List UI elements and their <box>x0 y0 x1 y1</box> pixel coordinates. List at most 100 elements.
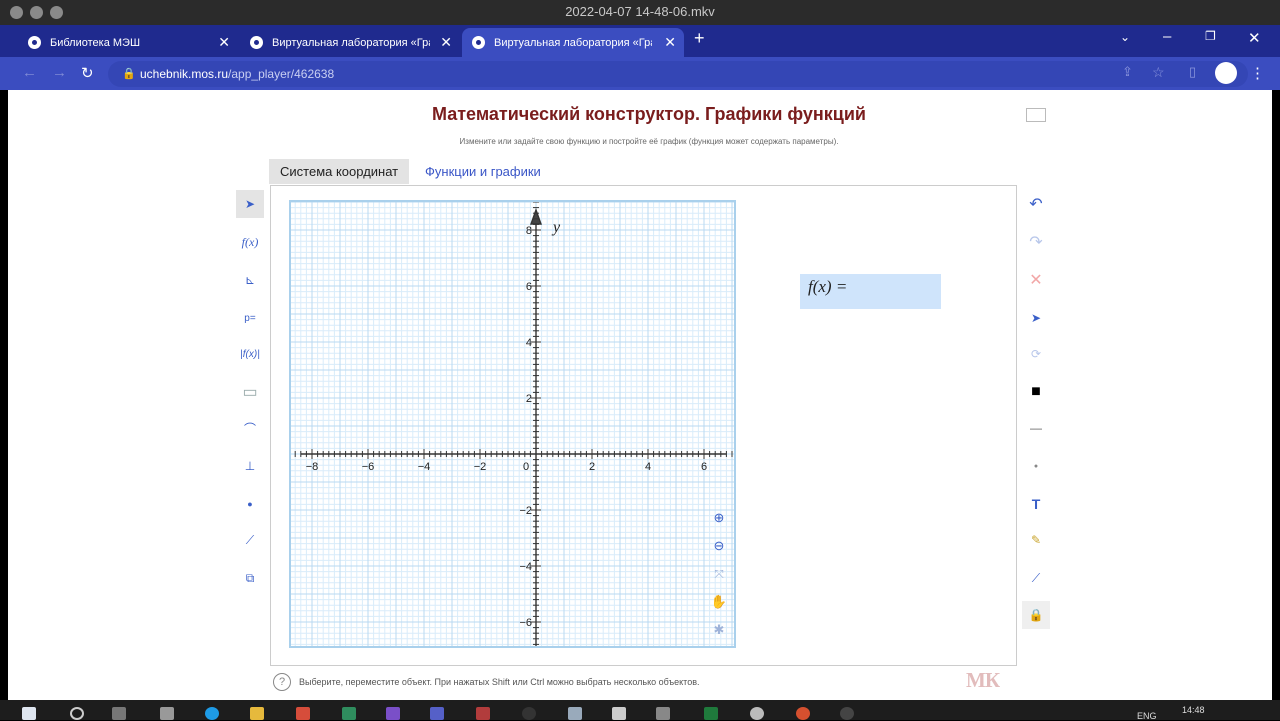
y-axis-arrow <box>530 207 542 225</box>
explorer-icon[interactable] <box>250 707 264 720</box>
function-icon[interactable]: f(x) <box>236 228 264 256</box>
help-icon[interactable]: ? <box>273 673 291 691</box>
site-favicon-icon <box>250 36 263 49</box>
y-tick-label: −6 <box>519 617 532 629</box>
task-view-icon[interactable] <box>112 707 126 720</box>
x-tick-label: −6 <box>362 461 375 473</box>
lock-icon[interactable]: 🔒 <box>1022 601 1050 629</box>
profile-avatar-icon[interactable] <box>1215 62 1237 84</box>
color-palette-icon[interactable]: ■ <box>1022 378 1050 406</box>
obs-icon[interactable] <box>522 707 536 720</box>
browser-menu-icon[interactable]: ⋮ <box>1250 64 1265 82</box>
app-icon[interactable] <box>476 707 490 720</box>
brush-icon[interactable]: ✎ <box>1022 526 1050 554</box>
pen-icon[interactable] <box>160 707 174 720</box>
page-subtitle: Измените или задайте свою функцию и пост… <box>459 137 839 146</box>
new-tab-icon[interactable]: + <box>694 28 705 49</box>
start-icon[interactable] <box>22 707 36 720</box>
point-style-icon[interactable]: ● <box>1022 452 1050 480</box>
y-tick-label: 6 <box>526 281 532 293</box>
chrome-icon[interactable] <box>796 707 810 720</box>
y-tick-label: −4 <box>519 561 532 573</box>
y-tick-label: −2 <box>519 505 532 517</box>
pan-hand-icon[interactable]: ✋ <box>709 592 729 612</box>
font-app-icon[interactable] <box>612 707 626 720</box>
delete-icon[interactable]: ✕ <box>1022 266 1050 294</box>
segment-icon[interactable]: ⟋ <box>236 526 264 554</box>
axes-select-icon[interactable]: ⊥ <box>236 452 264 480</box>
url-field[interactable]: 🔒 uchebnik.mos.ru/app_player/462638 <box>108 61 1248 87</box>
browser-tab[interactable]: Библиотека МЭШ ✕ <box>18 28 238 57</box>
pycharm-icon[interactable] <box>342 707 356 720</box>
url-path: /app_player/462638 <box>228 67 335 81</box>
zoom-out-icon[interactable]: ⊖ <box>709 536 729 556</box>
k-app-icon[interactable] <box>430 707 444 720</box>
os-taskbar: ENG 14:48 <box>0 700 1280 721</box>
tab-label: Виртуальная лаборатория «Гра <box>272 36 430 49</box>
coordinate-plane[interactable]: −8 −6 −4 −2 0 2 4 6 8 6 4 2 −2 −4 −6 y ⊕ ⊖ ⤧ ✋ ✱ <box>289 200 736 648</box>
y-tick-label: 8 <box>526 225 532 237</box>
y-tick-label: 2 <box>526 393 532 405</box>
axes-icon[interactable]: ⊾ <box>236 266 264 294</box>
tab-functions-and-graphs[interactable]: Функции и графики <box>414 159 552 184</box>
redo-icon[interactable]: ↷ <box>1022 228 1050 256</box>
media-icon[interactable] <box>840 707 854 720</box>
visual-studio-icon[interactable] <box>386 707 400 720</box>
browser-tab-bar: Библиотека МЭШ ✕ Виртуальная лаборатория… <box>0 25 1280 57</box>
y-axis-label: y <box>551 219 561 236</box>
tangent-icon[interactable]: ⌒ <box>236 414 264 442</box>
fullscreen-icon[interactable] <box>1026 108 1046 122</box>
forward-icon[interactable]: → <box>52 64 67 81</box>
point-icon[interactable]: ● <box>236 490 264 518</box>
function-tile[interactable]: f(x) = <box>800 274 941 309</box>
edge-icon[interactable] <box>205 707 219 720</box>
text-app-icon[interactable] <box>656 707 670 720</box>
x-tick-label: 0 <box>523 461 529 473</box>
search-icon[interactable] <box>70 707 84 720</box>
tab-close-icon[interactable]: ✕ <box>664 34 676 51</box>
site-favicon-icon <box>28 36 41 49</box>
pointer-icon[interactable]: ➤ <box>236 190 264 218</box>
paint-icon[interactable] <box>750 707 764 720</box>
fit-view-icon[interactable]: ⤧ <box>709 564 729 584</box>
transform-icon[interactable]: ⧉ <box>236 564 264 592</box>
tab-label: Виртуальная лаборатория «Гра <box>494 36 652 49</box>
tab-search-icon[interactable]: ⌄ <box>1120 30 1130 44</box>
excel-icon[interactable] <box>704 707 718 720</box>
undo-icon[interactable]: ↶ <box>1022 190 1050 218</box>
lock-icon: 🔒 <box>122 68 136 80</box>
clock: 14:48 <box>1182 705 1205 715</box>
x-tick-label: 6 <box>701 461 707 473</box>
line-style-icon[interactable]: — <box>1022 414 1050 442</box>
tab-close-icon[interactable]: ✕ <box>440 34 452 51</box>
connect-icon[interactable]: ⟋ <box>1022 564 1050 592</box>
tab-close-icon[interactable]: ✕ <box>218 34 230 51</box>
share-icon[interactable]: ⇪ <box>1122 64 1133 80</box>
sidebar-icon[interactable]: ▯ <box>1189 64 1196 80</box>
cursor-select-icon[interactable]: ➤ <box>1022 304 1050 332</box>
minimize-icon[interactable]: – <box>1163 28 1171 45</box>
text-icon[interactable]: T <box>1022 490 1050 518</box>
restore-icon[interactable]: ❐ <box>1205 29 1216 43</box>
abs-function-icon[interactable]: |f(x)| <box>236 340 264 368</box>
parameter-icon[interactable]: p= <box>236 304 264 332</box>
site-favicon-icon <box>472 36 485 49</box>
browser-tab-active[interactable]: Виртуальная лаборатория «Гра ✕ <box>462 28 684 57</box>
center-view-icon[interactable]: ✱ <box>709 620 729 640</box>
status-text: Выберите, переместите объект. При нажаты… <box>299 677 700 687</box>
tab-coordinate-system[interactable]: Система координат <box>269 159 410 184</box>
browser-tab[interactable]: Виртуальная лаборатория «Гра ✕ <box>240 28 460 57</box>
zoom-in-icon[interactable]: ⊕ <box>709 508 729 528</box>
office-icon[interactable] <box>296 707 310 720</box>
reload-icon[interactable]: ↻ <box>81 64 94 82</box>
coordinate-grid[interactable]: −8 −6 −4 −2 0 2 4 6 8 6 4 2 −2 −4 −6 y <box>291 202 734 646</box>
link-icon[interactable]: ⟳ <box>1022 340 1050 368</box>
page-title: Математический конструктор. Графики функ… <box>432 104 866 124</box>
bookmark-star-icon[interactable]: ☆ <box>1152 64 1165 81</box>
back-icon[interactable]: ← <box>22 64 37 81</box>
close-window-icon[interactable]: ✕ <box>1248 29 1261 47</box>
x-tick-label: −2 <box>474 461 487 473</box>
rectangle-icon[interactable]: ▭ <box>236 378 264 406</box>
calculator-icon[interactable] <box>568 707 582 720</box>
x-tick-label: 2 <box>589 461 595 473</box>
